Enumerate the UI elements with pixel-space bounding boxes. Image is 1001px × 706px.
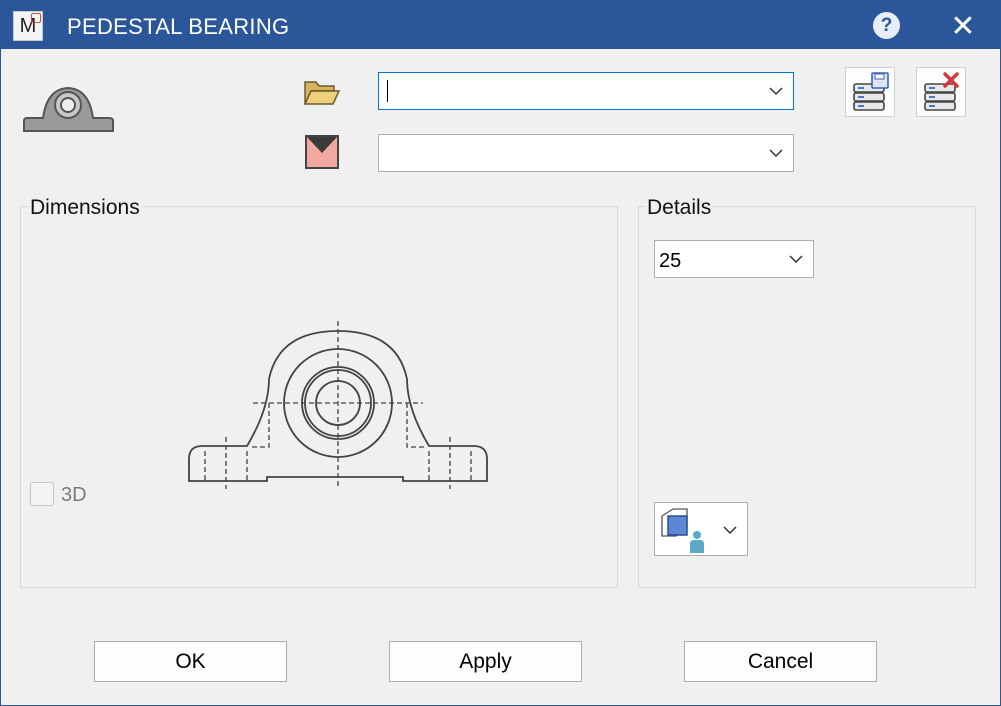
save-database-icon (853, 72, 889, 111)
size-select-combo[interactable]: 25 (654, 240, 814, 278)
details-group-title: Details (645, 196, 714, 220)
help-button[interactable]: ? (873, 12, 900, 39)
three-d-label: 3D (61, 484, 87, 506)
delete-database-icon (924, 72, 959, 111)
window-title: PEDESTAL BEARING (67, 14, 290, 39)
app-logo-badge (31, 13, 41, 23)
apply-button[interactable]: Apply (389, 641, 582, 682)
help-icon: ? (880, 14, 893, 36)
color-select-combo[interactable] (378, 134, 794, 172)
text-cursor (387, 80, 388, 102)
chevron-down-icon[interactable] (769, 86, 783, 96)
color-swatch-icon (305, 135, 339, 169)
ok-button[interactable]: OK (94, 641, 287, 682)
size-select-value: 25 (659, 250, 682, 272)
chevron-down-icon[interactable] (769, 148, 783, 158)
title-bar: M PEDESTAL BEARING ? ✕ (1, 1, 1000, 49)
three-d-checkbox[interactable] (30, 482, 54, 506)
pedestal-bearing-icon (23, 86, 114, 132)
chevron-down-icon[interactable] (723, 525, 737, 535)
app-logo-icon: M (13, 11, 43, 41)
close-icon: ✕ (950, 9, 976, 43)
dialog-window: M PEDESTAL BEARING ? ✕ Dimensions 3D Det… (0, 0, 1001, 706)
dimensions-group-title: Dimensions (28, 196, 142, 220)
cancel-button[interactable]: Cancel (684, 641, 877, 682)
bearing-drawing (188, 321, 488, 489)
save-to-database-button[interactable] (845, 67, 895, 117)
view-mode-dropdown[interactable] (654, 502, 748, 556)
folder-icon (303, 81, 341, 105)
delete-from-database-button[interactable] (916, 67, 966, 117)
close-button[interactable]: ✕ (947, 9, 979, 43)
view-user-icon (661, 508, 704, 553)
chevron-down-icon[interactable] (789, 254, 803, 264)
file-select-combo[interactable] (378, 72, 794, 110)
